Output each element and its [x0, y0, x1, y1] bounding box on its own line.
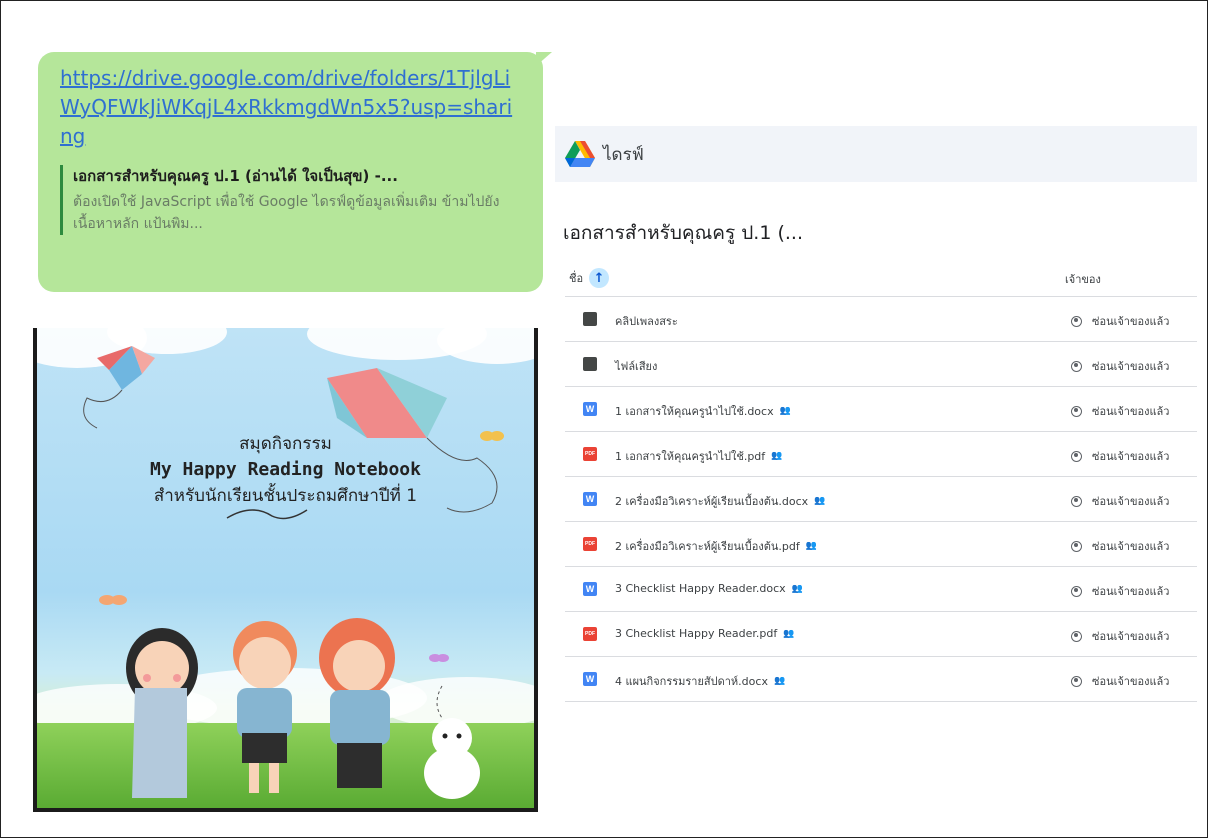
file-name-cell: 1 เอกสารให้คุณครูนำไปใช้.docx 👥: [615, 402, 791, 420]
owner-label: ซ่อนเจ้าของแล้ว: [1092, 630, 1170, 643]
owner-cell: ซ่อนเจ้าของแล้ว: [1071, 582, 1169, 600]
folder-title: เอกสารสำหรับคุณครู ป.1 (...: [563, 222, 803, 244]
owner-label: ซ่อนเจ้าของแล้ว: [1092, 360, 1170, 373]
file-row[interactable]: ไฟล์เสียง ซ่อนเจ้าของแล้ว: [565, 342, 1197, 387]
file-row[interactable]: คลิปเพลงสระ ซ่อนเจ้าของแล้ว: [565, 297, 1197, 342]
shared-folder-icon: [583, 357, 597, 371]
file-name-cell: คลิปเพลงสระ: [615, 312, 678, 330]
account-circle-icon: [1071, 450, 1082, 462]
drive-header: ไดรฟ์: [555, 126, 1197, 182]
notebook-cover-image: สมุดกิจกรรม My Happy Reading Notebook สำ…: [33, 328, 538, 812]
file-name-cell: 3 Checklist Happy Reader.pdf 👥: [615, 627, 794, 640]
owner-cell: ซ่อนเจ้าของแล้ว: [1071, 492, 1169, 510]
file-list: คลิปเพลงสระ ซ่อนเจ้าของแล้ว ไฟล์เสียง ซ่อนเ…: [565, 297, 1197, 702]
file-row[interactable]: W 1 เอกสารให้คุณครูนำไปใช้.docx 👥 ซ่อนเจ้าข…: [565, 387, 1197, 432]
owner-label: ซ่อนเจ้าของแล้ว: [1092, 450, 1170, 463]
file-name-cell: ไฟล์เสียง: [615, 357, 657, 375]
boy-character: [233, 621, 297, 793]
file-name: 3 Checklist Happy Reader.pdf: [615, 627, 778, 640]
file-name-cell: 4 แผนกิจกรรมรายสัปดาห์.docx 👥: [615, 672, 785, 690]
word-document-icon: W: [583, 402, 597, 416]
drive-share-link[interactable]: https://drive.google.com/drive/folders/1…: [60, 64, 523, 151]
link-preview-title: เอกสารสำหรับคุณครู ป.1 (อ่านได้ ใจเป็นสุ…: [73, 167, 398, 185]
shared-people-icon: 👥: [783, 628, 795, 639]
cover-characters: [126, 618, 480, 799]
file-name: 1 เอกสารให้คุณครูนำไปใช้.pdf: [615, 450, 766, 463]
girl-character: [126, 628, 198, 798]
owner-cell: ซ่อนเจ้าของแล้ว: [1071, 447, 1169, 465]
file-name: 1 เอกสารให้คุณครูนำไปใช้.docx: [615, 405, 774, 418]
file-row[interactable]: W 2 เครื่องมือวิเคราะห์ผู้เรียนเบื้องต้น.…: [565, 477, 1197, 522]
word-document-icon: W: [583, 492, 597, 506]
sort-arrow-up-icon[interactable]: ↑: [589, 268, 610, 288]
owner-label: ซ่อนเจ้าของแล้ว: [1092, 540, 1170, 553]
shared-people-icon: 👥: [773, 676, 786, 686]
account-circle-icon: [1071, 405, 1082, 417]
shared-people-icon: 👥: [814, 496, 826, 506]
shared-people-icon: 👥: [779, 406, 791, 416]
column-name[interactable]: ชื่อ ↑: [569, 268, 610, 288]
column-owner[interactable]: เจ้าของ: [1065, 270, 1101, 288]
account-circle-icon: [1071, 495, 1082, 507]
chat-message-bubble: https://drive.google.com/drive/folders/1…: [38, 52, 543, 292]
word-document-icon: W: [583, 672, 597, 686]
cover-title-line3: สำหรับนักเรียนชั้นประถมศึกษาปีที่ 1: [153, 486, 418, 506]
owner-label: ซ่อนเจ้าของแล้ว: [1092, 585, 1170, 598]
account-circle-icon: [1071, 315, 1082, 327]
file-name: ไฟล์เสียง: [615, 360, 658, 373]
account-circle-icon: [1071, 630, 1082, 642]
puppy-character: [424, 685, 480, 799]
file-name-cell: 3 Checklist Happy Reader.docx 👥: [615, 582, 803, 595]
owner-label: ซ่อนเจ้าของแล้ว: [1092, 315, 1170, 328]
cover-title-line2: My Happy Reading Notebook: [150, 459, 421, 480]
owner-label: ซ่อนเจ้าของแล้ว: [1092, 675, 1170, 688]
file-name: 2 เครื่องมือวิเคราะห์ผู้เรียนเบื้องต้น.d…: [615, 495, 809, 508]
column-name-label: ชื่อ: [569, 272, 584, 285]
file-name-cell: 2 เครื่องมือวิเคราะห์ผู้เรียนเบื้องต้น.p…: [615, 537, 817, 555]
shared-people-icon: 👥: [805, 541, 817, 551]
file-name: คลิปเพลงสระ: [615, 315, 678, 328]
account-circle-icon: [1071, 540, 1082, 552]
file-row[interactable]: W 3 Checklist Happy Reader.docx 👥 ซ่อนเจ้าข…: [565, 567, 1197, 612]
word-document-icon: W: [583, 582, 597, 596]
owner-label: ซ่อนเจ้าของแล้ว: [1092, 495, 1170, 508]
file-name-cell: 2 เครื่องมือวิเคราะห์ผู้เรียนเบื้องต้น.d…: [615, 492, 825, 510]
file-row[interactable]: W 4 แผนกิจกรรมรายสัปดาห์.docx 👥 ซ่อนเจ้าของ…: [565, 657, 1197, 702]
owner-cell: ซ่อนเจ้าของแล้ว: [1071, 537, 1169, 555]
account-circle-icon: [1071, 675, 1082, 687]
file-row[interactable]: PDF 2 เครื่องมือวิเคราะห์ผู้เรียนเบื้องต้…: [565, 522, 1197, 567]
account-circle-icon: [1071, 360, 1082, 372]
owner-cell: ซ่อนเจ้าของแล้ว: [1071, 312, 1169, 330]
owner-cell: ซ่อนเจ้าของแล้ว: [1071, 627, 1169, 645]
cover-title: สมุดกิจกรรม My Happy Reading Notebook สำ…: [37, 430, 534, 509]
drive-app-name[interactable]: ไดรฟ์: [603, 141, 644, 168]
file-name: 2 เครื่องมือวิเคราะห์ผู้เรียนเบื้องต้น.p…: [615, 540, 800, 553]
owner-label: ซ่อนเจ้าของแล้ว: [1092, 405, 1170, 418]
shared-people-icon: 👥: [791, 583, 803, 594]
file-list-header: ชื่อ ↑ เจ้าของ: [565, 258, 1197, 297]
file-name: 4 แผนกิจกรรมรายสัปดาห์.docx: [615, 675, 768, 688]
file-row[interactable]: PDF 1 เอกสารให้คุณครูนำไปใช้.pdf 👥 ซ่อนเจ้า…: [565, 432, 1197, 477]
shared-folder-icon: [583, 312, 597, 326]
account-circle-icon: [1071, 585, 1082, 597]
pdf-document-icon: PDF: [583, 447, 597, 461]
owner-cell: ซ่อนเจ้าของแล้ว: [1071, 672, 1169, 690]
cover-title-line1: สมุดกิจกรรม: [239, 434, 332, 454]
girl-character: [319, 618, 395, 788]
google-drive-logo-icon[interactable]: [565, 141, 595, 167]
file-row[interactable]: PDF 3 Checklist Happy Reader.pdf 👥 ซ่อนเจ้า…: [565, 612, 1197, 657]
pdf-document-icon: PDF: [583, 537, 597, 551]
link-preview[interactable]: เอกสารสำหรับคุณครู ป.1 (อ่านได้ ใจเป็นสุ…: [60, 165, 523, 235]
cover-artwork: สมุดกิจกรรม My Happy Reading Notebook สำ…: [37, 328, 534, 808]
file-name-cell: 1 เอกสารให้คุณครูนำไปใช้.pdf 👥: [615, 447, 782, 465]
file-name: 3 Checklist Happy Reader.docx: [615, 582, 786, 595]
link-preview-description: ต้องเปิดใช้ JavaScript เพื่อใช้ Google ไ…: [73, 194, 500, 232]
pdf-document-icon: PDF: [583, 627, 597, 641]
owner-cell: ซ่อนเจ้าของแล้ว: [1071, 402, 1169, 420]
owner-cell: ซ่อนเจ้าของแล้ว: [1071, 357, 1169, 375]
shared-people-icon: 👥: [771, 451, 783, 461]
